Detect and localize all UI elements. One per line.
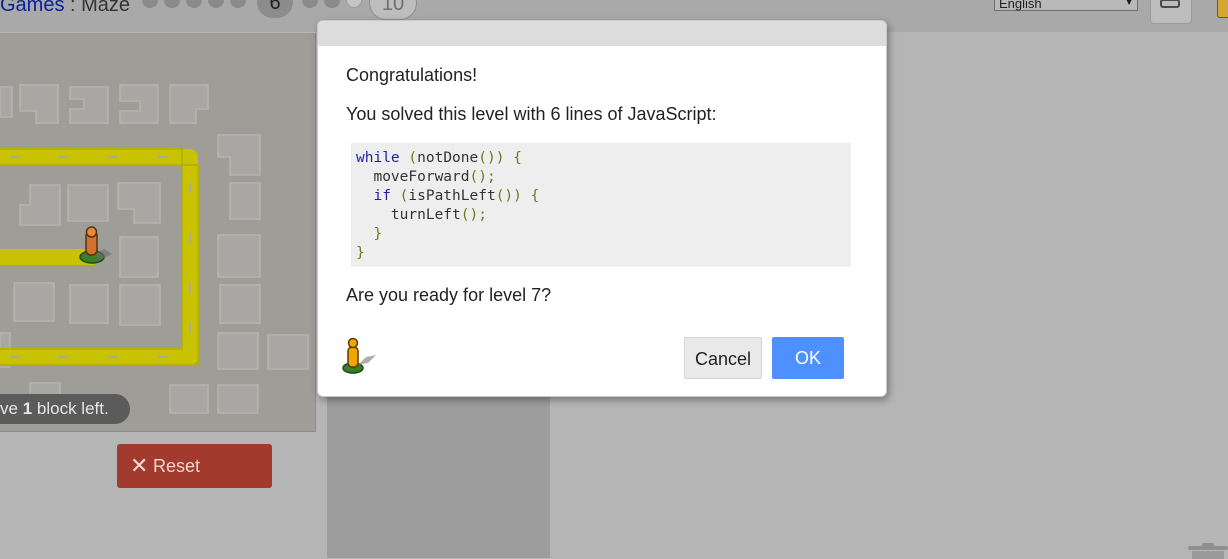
maze-board xyxy=(0,33,316,432)
level-dot-5[interactable] xyxy=(230,0,246,8)
code-line: } xyxy=(356,226,382,242)
code-token: } xyxy=(356,226,383,242)
code-token: turnLeft xyxy=(356,207,461,223)
last-level-pill[interactable]: 10 xyxy=(369,0,417,20)
dialog-titlebar[interactable] xyxy=(318,21,886,46)
level-dot-9[interactable] xyxy=(346,0,362,8)
code-block: while (notDone()) { moveForward(); if (i… xyxy=(351,143,851,267)
code-line: } xyxy=(356,245,365,261)
chevron-down-icon: ▼ xyxy=(1124,0,1134,8)
next-level-prompt: Are you ready for level 7? xyxy=(346,285,552,305)
reset-button[interactable]: ✕ Reset xyxy=(117,444,272,488)
maze-map xyxy=(0,84,309,414)
code-token: moveForward xyxy=(356,169,470,185)
page-title: Maze xyxy=(81,0,131,16)
code-token: ( xyxy=(390,188,409,204)
code-token: ()) { xyxy=(478,150,522,166)
level-dot-2[interactable] xyxy=(164,0,180,8)
x-icon: ✕ xyxy=(130,453,149,478)
link-button[interactable] xyxy=(1150,0,1192,24)
code-token: } xyxy=(356,245,365,261)
pegman-icon xyxy=(342,337,376,374)
language-value: English xyxy=(999,0,1042,11)
code-token: notDone xyxy=(417,150,479,166)
status-prefix: ve xyxy=(0,399,23,418)
status-suffix: block left. xyxy=(32,399,109,418)
trash-lid xyxy=(1188,546,1228,550)
breadcrumb-separator: : xyxy=(64,0,82,16)
status-count: 1 xyxy=(22,399,33,418)
congratulations-dialog: Congratulations! You solved this level w… xyxy=(317,20,887,397)
ok-button[interactable]: OK xyxy=(772,337,844,379)
current-level-pill[interactable]: 6 xyxy=(257,0,293,18)
code-token: ()) { xyxy=(495,188,540,204)
code-line: turnLeft(); xyxy=(356,207,487,223)
pegman-marker xyxy=(79,226,112,264)
code-token: (); xyxy=(469,169,496,185)
breadcrumb: Games : Maze xyxy=(0,0,130,17)
level-dot-4[interactable] xyxy=(208,0,224,8)
level-dot-1[interactable] xyxy=(142,0,158,8)
trash-can-icon[interactable] xyxy=(1188,543,1228,559)
code-token: (); xyxy=(460,207,487,223)
solved-message: You solved this level with 6 lines of Ja… xyxy=(346,104,717,124)
code-token: if xyxy=(356,188,391,204)
blocks-left-status: ve 1 block left. xyxy=(0,394,130,424)
code-line: moveForward(); xyxy=(356,169,496,185)
blockly-toolbox[interactable] xyxy=(327,395,550,558)
games-link[interactable]: Games xyxy=(0,0,64,16)
cancel-button[interactable]: Cancel xyxy=(684,337,762,379)
code-token: isPathLeft xyxy=(408,188,496,204)
link-icon xyxy=(1160,0,1180,8)
code-line: if (isPathLeft()) { xyxy=(356,188,539,204)
level-dot-8[interactable] xyxy=(324,0,340,8)
level-dot-3[interactable] xyxy=(186,0,202,8)
level-dot-7[interactable] xyxy=(302,0,318,8)
code-line: while (notDone()) { xyxy=(356,150,522,166)
congrats-heading: Congratulations! xyxy=(346,65,478,85)
code-token: while xyxy=(356,150,400,166)
language-select[interactable]: English ▼ xyxy=(994,0,1138,11)
code-token: ( xyxy=(399,150,418,166)
reset-label: Reset xyxy=(153,456,201,476)
pegman-button[interactable] xyxy=(1217,0,1228,18)
